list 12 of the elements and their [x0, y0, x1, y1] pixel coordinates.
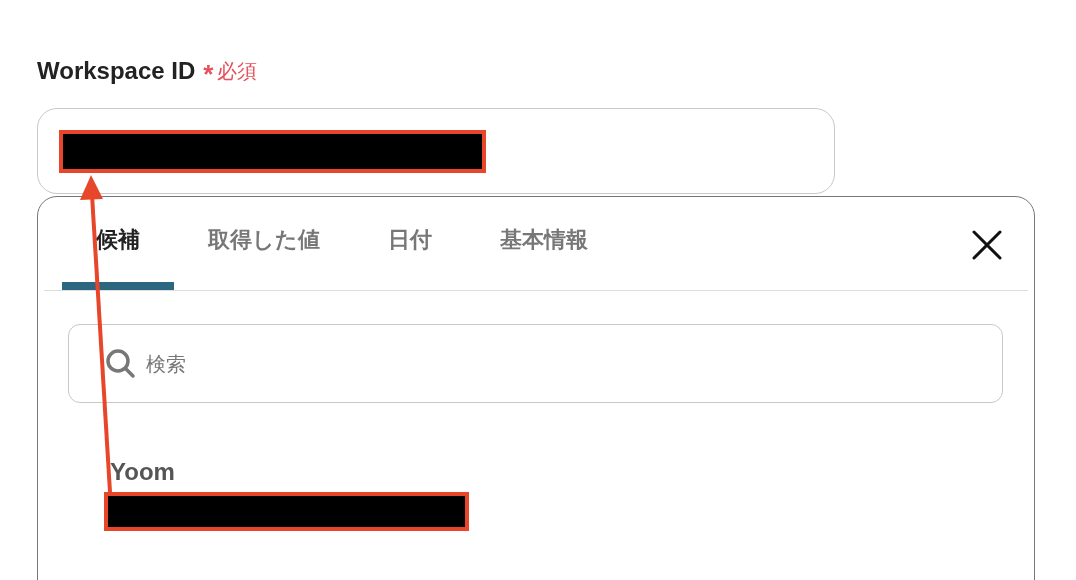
tab[interactable]: 日付 — [354, 217, 466, 290]
close-icon[interactable] — [972, 230, 1002, 260]
required-label: 必須 — [217, 59, 258, 84]
input-field[interactable] — [37, 108, 835, 194]
search-field[interactable]: 検索 — [68, 324, 1003, 403]
tab[interactable]: 基本情報 — [466, 217, 622, 290]
field-label: Workspace ID — [37, 56, 196, 86]
required-mark: * — [203, 61, 214, 87]
search-icon — [105, 348, 136, 379]
search-input[interactable]: 検索 — [146, 348, 846, 379]
tab[interactable]: 取得した値 — [174, 217, 354, 290]
tab[interactable]: 候補 — [62, 217, 174, 290]
